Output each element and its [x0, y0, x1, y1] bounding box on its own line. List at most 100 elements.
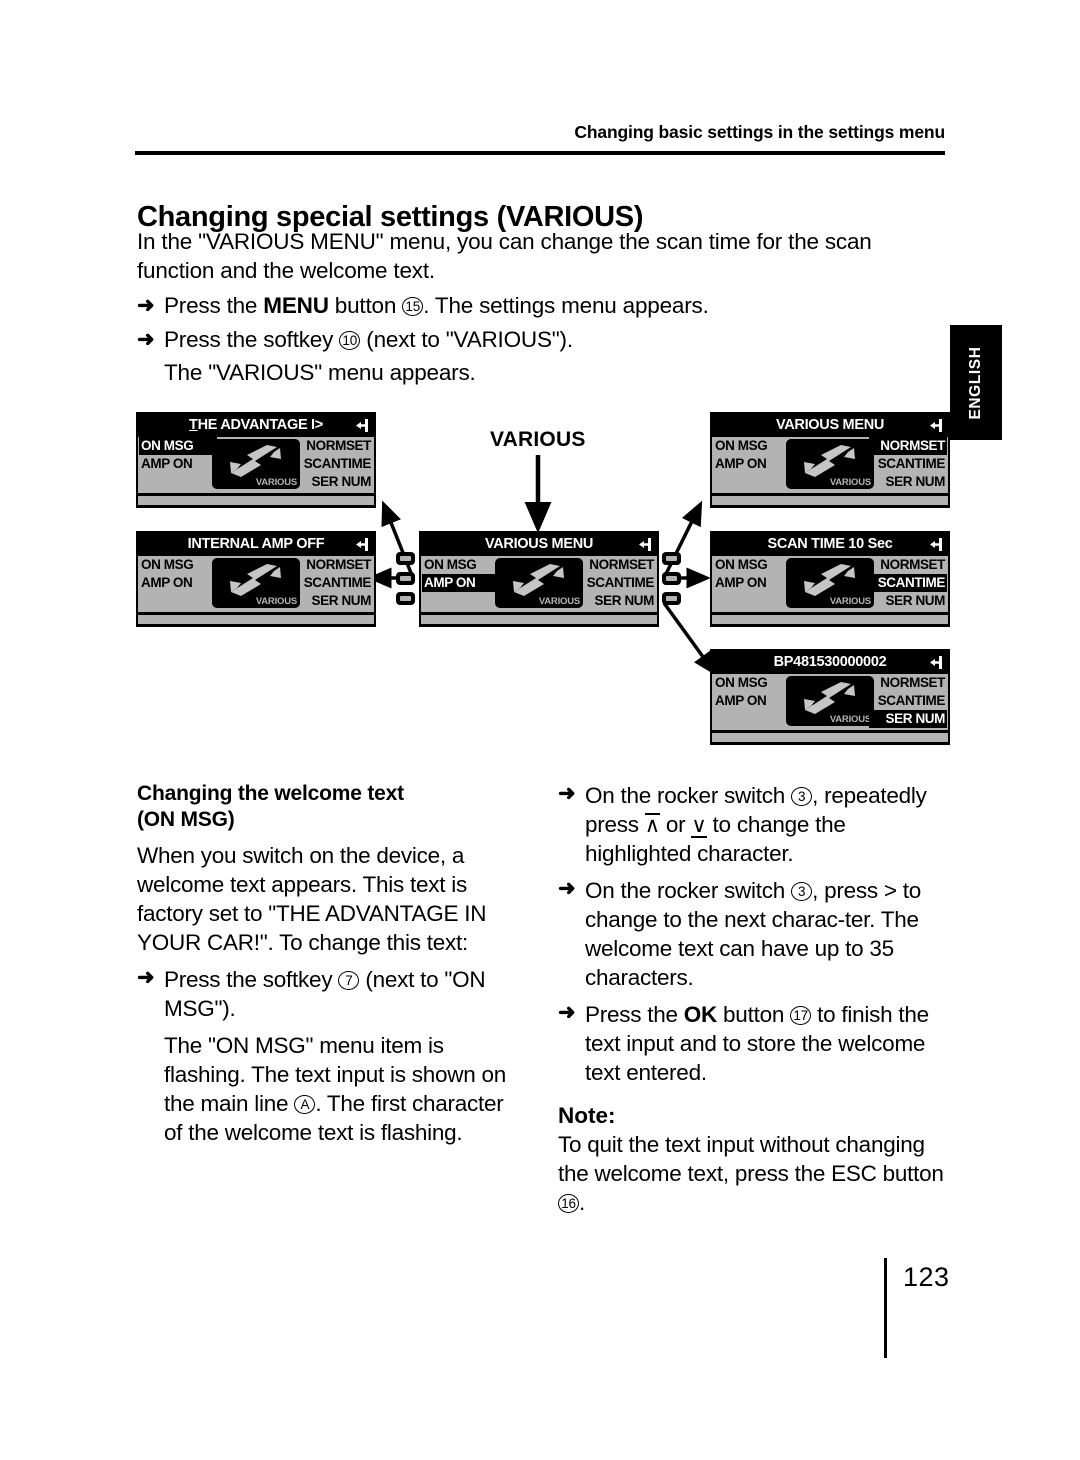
page-number: 123 [903, 1262, 950, 1292]
folio-rule [884, 1258, 887, 1358]
menu-item-blank[interactable] [713, 592, 791, 610]
screen-title: SCAN TIME 10 Sec [712, 533, 948, 556]
ref-3: 3 [791, 882, 813, 901]
left-column-paragraph: When you switch on the device, a welcome… [137, 843, 487, 955]
various-logo-label: VARIOUS [829, 714, 871, 725]
menu-item-normset[interactable]: NORMSET [869, 674, 947, 692]
menu-item-amp-on[interactable]: AMP ON [139, 455, 217, 473]
bullet-arrow-icon: ➜ [558, 782, 576, 805]
return-icon [356, 538, 368, 551]
menu-item-ser-num[interactable]: SER NUM [295, 592, 373, 610]
screen-footer-bar [712, 732, 948, 742]
screen-title-flashing-char: T [189, 417, 198, 433]
step-various-menu-appears: The "VARIOUS" menu appears. [164, 360, 476, 385]
ref-7: 7 [338, 971, 360, 990]
left-column-heading-line2: (ON MSG) [137, 808, 235, 831]
screen-title: VARIOUS MENU [421, 533, 657, 556]
menu-item-on-msg[interactable]: ON MSG [139, 437, 217, 455]
screen-right-menu: NORMSET SCANTIME SER NUM [295, 556, 373, 610]
menu-item-normset[interactable]: NORMSET [295, 437, 373, 455]
menu-item-amp-on[interactable]: AMP ON [713, 692, 791, 710]
screen-internal-amp-off: INTERNAL AMP OFF ON MSG AMP ON VARIOUS N [136, 531, 376, 627]
menu-item-scantime[interactable]: SCANTIME [869, 574, 947, 592]
softkey-right-top[interactable] [662, 552, 681, 565]
various-logo: VARIOUS [786, 676, 874, 726]
various-logo: VARIOUS [212, 558, 300, 608]
screen-the-advantage: THE ADVANTAGE I> ON MSG AMP ON VARIOUS N [136, 412, 376, 508]
menu-item-ser-num[interactable]: SER NUM [869, 710, 947, 728]
screen-left-menu: ON MSG AMP ON [713, 437, 791, 491]
softkey-right-middle[interactable] [662, 572, 681, 585]
step-press-ok: ➜ Press the OK button 17 to finish the t… [558, 1000, 950, 1087]
screen-left-menu: ON MSG AMP ON [139, 437, 217, 491]
menu-item-amp-on[interactable]: AMP ON [422, 574, 500, 592]
menu-item-normset[interactable]: NORMSET [869, 437, 947, 455]
ref-16: 16 [558, 1194, 579, 1213]
step-rocker-up-down-text: On the rocker switch 3, repeatedly press… [585, 783, 927, 866]
screen-right-menu: NORMSET SCANTIME SER NUM [295, 437, 373, 491]
screen-left-menu: ON MSG AMP ON [713, 556, 791, 610]
step-press-softkey-10-text: Press the softkey 10 (next to "VARIOUS")… [164, 327, 573, 352]
menu-item-on-msg[interactable]: ON MSG [713, 674, 791, 692]
ref-15: 15 [402, 297, 424, 316]
bullet-arrow-icon: ➜ [558, 877, 576, 900]
menu-item-ser-num[interactable]: SER NUM [295, 473, 373, 491]
screen-title: VARIOUS MENU [712, 414, 948, 437]
return-icon [930, 538, 942, 551]
return-icon [639, 538, 651, 551]
various-logo-label: VARIOUS [255, 477, 297, 488]
softkey-left-middle[interactable] [396, 572, 415, 585]
softkey-left-bottom[interactable] [396, 592, 415, 605]
note-heading: Note: [558, 1103, 616, 1128]
menu-item-scantime[interactable]: SCANTIME [869, 455, 947, 473]
softkey-right-bottom[interactable] [662, 592, 681, 605]
menu-item-ser-num[interactable]: SER NUM [869, 473, 947, 491]
menu-item-blank[interactable] [139, 473, 217, 491]
bullet-arrow-icon: ➜ [137, 294, 155, 317]
return-icon [356, 419, 368, 432]
left-column-heading: Changing the welcome text (ON MSG) [137, 781, 527, 833]
step-press-softkey-7-text: Press the softkey 7 (next to "ON MSG"). [164, 967, 486, 1021]
menu-item-ser-num[interactable]: SER NUM [869, 592, 947, 610]
menu-item-blank[interactable] [713, 473, 791, 491]
menu-item-on-msg[interactable]: ON MSG [713, 437, 791, 455]
screen-footer-bar [712, 614, 948, 624]
menu-item-amp-on[interactable]: AMP ON [713, 455, 791, 473]
menu-item-blank[interactable] [713, 710, 791, 728]
softkey-left-top[interactable] [396, 552, 415, 565]
menu-item-normset[interactable]: NORMSET [578, 556, 656, 574]
screen-body: ON MSG AMP ON VARIOUS NORMSET SCANTIME S… [138, 556, 374, 612]
menu-item-scantime[interactable]: SCANTIME [869, 692, 947, 710]
screen-title-rest: HE ADVANTAGE I> [197, 417, 324, 433]
screen-body: ON MSG AMP ON VARIOUS NORMSET SCANTIME S… [138, 437, 374, 493]
screen-title-text: BP481530000002 [773, 654, 887, 670]
left-column-heading-line1: Changing the welcome text [137, 782, 404, 805]
menu-item-blank[interactable] [422, 592, 500, 610]
menu-item-on-msg[interactable]: ON MSG [139, 556, 217, 574]
screen-title: THE ADVANTAGE I> [138, 414, 374, 437]
screen-body: ON MSG AMP ON VARIOUS NORMSET SCANTIME S… [421, 556, 657, 612]
ref-10: 10 [339, 331, 361, 350]
screen-title: INTERNAL AMP OFF [138, 533, 374, 556]
menu-item-scantime[interactable]: SCANTIME [295, 455, 373, 473]
right-text-column: ➜ On the rocker switch 3, repeatedly pre… [558, 781, 950, 1225]
menu-item-scantime[interactable]: SCANTIME [295, 574, 373, 592]
menu-item-ser-num[interactable]: SER NUM [578, 592, 656, 610]
menu-item-blank[interactable] [139, 592, 217, 610]
left-text-column: Changing the welcome text (ON MSG) When … [137, 781, 527, 1155]
menu-item-on-msg[interactable]: ON MSG [713, 556, 791, 574]
menu-item-amp-on[interactable]: AMP ON [139, 574, 217, 592]
menu-item-scantime[interactable]: SCANTIME [578, 574, 656, 592]
step-on-msg-result: The "ON MSG" menu item is flashing. The … [137, 1031, 527, 1147]
screen-footer-bar [421, 614, 657, 624]
menu-item-normset[interactable]: NORMSET [869, 556, 947, 574]
menu-item-on-msg[interactable]: ON MSG [422, 556, 500, 574]
connector-center-to-serial [662, 601, 717, 676]
menu-item-normset[interactable]: NORMSET [295, 556, 373, 574]
various-diagram-label: VARIOUS [490, 428, 586, 451]
step-press-ok-text: Press the OK button 17 to finish the tex… [585, 1002, 929, 1085]
screen-title-text: VARIOUS MENU [775, 417, 885, 433]
return-icon [930, 419, 942, 432]
menu-item-amp-on[interactable]: AMP ON [713, 574, 791, 592]
running-head: Changing basic settings in the settings … [574, 122, 945, 142]
